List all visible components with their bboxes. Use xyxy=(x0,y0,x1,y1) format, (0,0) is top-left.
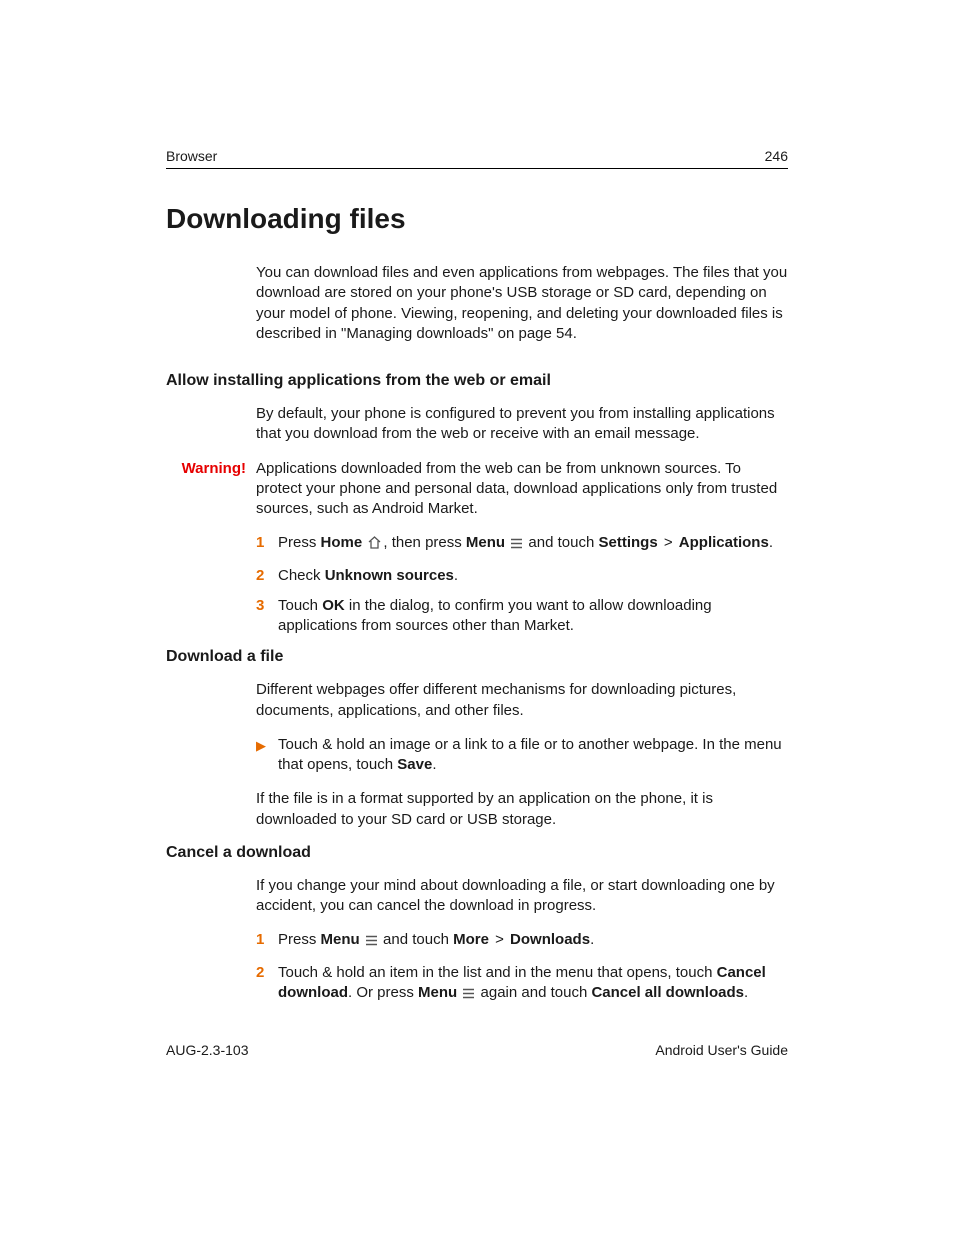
menu-icon xyxy=(365,932,378,952)
page-number: 246 xyxy=(765,148,788,164)
doc-code: AUG-2.3-103 xyxy=(166,1042,248,1058)
download-file-after: If the file is in a format supported by … xyxy=(256,789,788,830)
section-name: Browser xyxy=(166,148,217,164)
download-file-bullet: ▶ Touch & hold an image or a link to a f… xyxy=(256,735,788,776)
home-icon xyxy=(367,535,382,555)
warning-text: Applications downloaded from the web can… xyxy=(256,459,788,520)
menu-icon xyxy=(510,535,523,555)
triangle-bullet-icon: ▶ xyxy=(256,735,278,776)
warning-block: Warning! Applications downloaded from th… xyxy=(166,459,788,520)
page-title: Downloading files xyxy=(166,203,788,235)
allow-installing-steps: Press Home , then press Menu and touch S… xyxy=(256,533,788,636)
heading-cancel-download: Cancel a download xyxy=(166,844,788,862)
page-header: Browser 246 xyxy=(166,148,788,169)
warning-label: Warning! xyxy=(166,459,256,520)
step-item: Press Menu and touch More > Downloads. xyxy=(256,930,788,952)
cancel-download-steps: Press Menu and touch More > Downloads. T… xyxy=(256,930,788,1005)
heading-allow-installing: Allow installing applications from the w… xyxy=(166,372,788,390)
step-item: Touch & hold an item in the list and in … xyxy=(256,963,788,1006)
heading-download-file: Download a file xyxy=(166,648,788,666)
download-file-body: Different webpages offer different mecha… xyxy=(256,680,788,721)
cancel-download-body: If you change your mind about downloadin… xyxy=(256,876,788,917)
step-item: Touch OK in the dialog, to confirm you w… xyxy=(256,596,788,637)
menu-icon xyxy=(462,985,475,1005)
step-item: Check Unknown sources. xyxy=(256,566,788,586)
intro-paragraph: You can download files and even applicat… xyxy=(256,263,788,344)
doc-title: Android User's Guide xyxy=(655,1042,788,1058)
page-footer: AUG-2.3-103 Android User's Guide xyxy=(166,1042,788,1058)
step-item: Press Home , then press Menu and touch S… xyxy=(256,533,788,555)
allow-installing-body: By default, your phone is configured to … xyxy=(256,404,788,445)
